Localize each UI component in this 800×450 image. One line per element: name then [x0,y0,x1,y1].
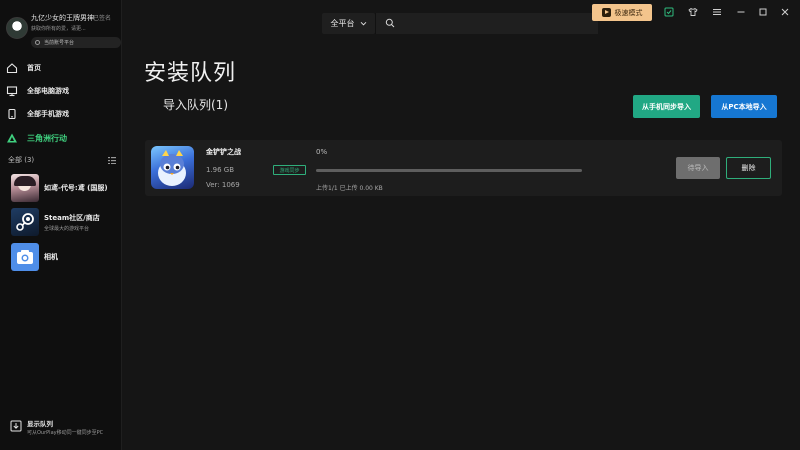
progress-bar [316,169,582,172]
library-item-title: Steam社区/商店 [44,213,100,222]
sync-badge: 游戏同步 [273,165,306,175]
queue-link-subtitle: 可从OurPlay移动同一键同步至PC [27,430,104,436]
nav-pc-games-label: 全部电脑游戏 [27,87,69,95]
close-button[interactable] [778,5,792,19]
speed-mode-label: 极速模式 [614,8,643,17]
pending-import-button[interactable]: 待导入 [676,157,720,179]
task-game-name: 金铲铲之战 [206,148,241,156]
skin-button[interactable] [686,5,700,19]
search-input[interactable] [400,16,590,31]
search-icon [385,18,395,28]
page-title: 安装队列 [144,61,237,86]
task-game-size: 1.96 GB [206,166,235,174]
library-item[interactable]: 如鸢-代号:鸢 (国服) [11,174,119,202]
maximize-button[interactable] [756,5,770,19]
platform-dropdown-value: 全平台 [330,19,355,28]
library-item-title: 相机 [44,253,58,261]
list-menu-icon[interactable] [108,157,116,164]
monitor-icon [6,86,18,97]
user-signature: 获取你所有的爱，请更... [31,26,86,32]
minimize-button[interactable] [734,5,748,19]
upload-status-text: 上传1/1 已上传 0.00 KB [316,185,383,192]
library-item[interactable]: Steam社区/商店 全球最大的游戏平台 [11,208,119,236]
signature-tag: 已签名 [93,15,112,22]
show-queue-link[interactable]: 显示队列 可从OurPlay移动同一键同步至PC [8,416,120,440]
nav-home[interactable]: 首页 [6,60,41,76]
nav-pc-games[interactable]: 全部电脑游戏 [6,83,69,99]
nav-mobile-games-label: 全部手机游戏 [27,110,69,118]
platform-dropdown[interactable]: 全平台 [322,13,375,34]
hamburger-menu-icon [713,9,721,15]
game-cover-icon [151,146,194,189]
delete-button[interactable]: 删除 [726,157,771,179]
user-profile[interactable]: 九亿少女的王牌男神 已签名 获取你所有的爱，请更... 当前账号平台 [6,11,121,51]
library-item-subtitle: 全球最大的游戏平台 [44,225,90,232]
task-check-button[interactable] [662,5,676,19]
status-icon [35,40,40,45]
username: 九亿少女的王牌男神 [31,14,94,22]
speed-mode-button[interactable]: 极速模式 [592,4,652,21]
nav-featured-game[interactable]: 三角洲行动 [6,130,67,146]
phone-icon [8,108,16,120]
download-queue-icon [10,420,22,432]
close-icon [781,8,789,16]
home-icon [6,63,18,74]
status-text: 当前账号平台 [44,40,75,46]
queue-link-title: 显示队列 [27,420,53,428]
maximize-icon [759,8,767,16]
import-from-phone-button[interactable]: 从手机同步导入 [633,95,700,118]
library-count: 全部 (3) [8,156,35,164]
library-item-title: 如鸢-代号:鸢 (国服) [44,184,108,192]
nav-featured-label: 三角洲行动 [27,133,67,143]
import-task-card: 金铲铲之战 1.96 GB Ver: 1069 游戏同步 0% 上传1/1 已上… [145,140,782,196]
import-from-pc-button[interactable]: 从PC本地导入 [711,95,777,118]
avatar[interactable] [6,17,28,39]
shirt-icon [688,7,698,16]
library-section-header: 全部 (3) [8,155,118,167]
delta-force-icon [7,133,17,143]
library-item[interactable]: 相机 [11,243,119,271]
minimize-icon [737,11,745,13]
play-icon [601,8,611,17]
progress-percent: 0% [316,148,328,156]
search-box[interactable] [375,13,598,34]
import-queue-heading: 导入队列(1) [163,98,228,112]
steam-icon [11,208,39,236]
chevron-down-icon [360,21,366,26]
menu-button[interactable] [710,5,724,19]
account-status-pill[interactable]: 当前账号平台 [31,37,121,48]
task-game-version: Ver: 1069 [206,181,240,189]
sidebar: 九亿少女的王牌男神 已签名 获取你所有的爱，请更... 当前账号平台 首页 全部… [0,0,122,450]
nav-mobile-games[interactable]: 全部手机游戏 [6,106,69,122]
camera-icon [11,243,39,271]
checklist-icon [664,7,674,17]
nav-home-label: 首页 [27,64,41,72]
game-avatar-icon [11,174,39,202]
